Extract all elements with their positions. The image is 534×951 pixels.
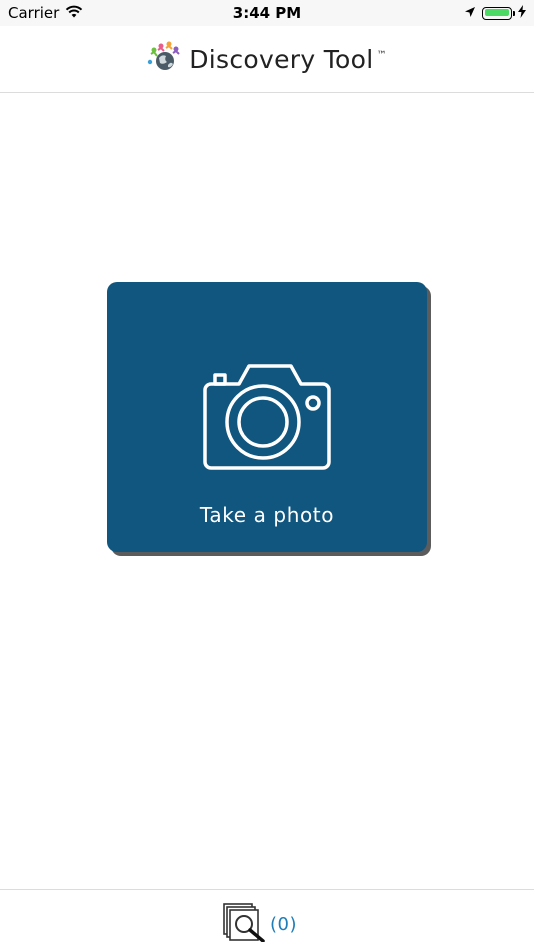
photo-stack-magnifier-icon (222, 902, 266, 946)
battery-fill (484, 9, 509, 16)
clock: 3:44 PM (232, 4, 302, 22)
app-title: Discovery Tool ™ (189, 45, 387, 74)
charging-bolt-icon (518, 4, 526, 22)
app-title-text: Discovery Tool (189, 44, 374, 74)
gallery-count: (0) (270, 913, 297, 935)
battery-cap (513, 10, 515, 16)
battery-icon (482, 6, 515, 20)
status-bar: Carrier 3:44 PM (0, 0, 534, 26)
take-photo-button[interactable]: Take a photo (107, 282, 427, 552)
take-photo-card-wrapper: Take a photo (107, 282, 431, 556)
camera-icon (203, 364, 331, 474)
app-logo: Discovery Tool ™ (147, 40, 387, 78)
app-header: Discovery Tool ™ (0, 26, 534, 93)
take-photo-label: Take a photo (199, 503, 335, 527)
location-arrow-icon (464, 4, 476, 22)
bottom-bar: (0) (0, 889, 534, 951)
trademark-symbol: ™ (376, 50, 387, 62)
status-bar-right (464, 4, 526, 22)
gallery-button[interactable]: (0) (222, 902, 297, 946)
globe-people-icon (147, 40, 181, 78)
